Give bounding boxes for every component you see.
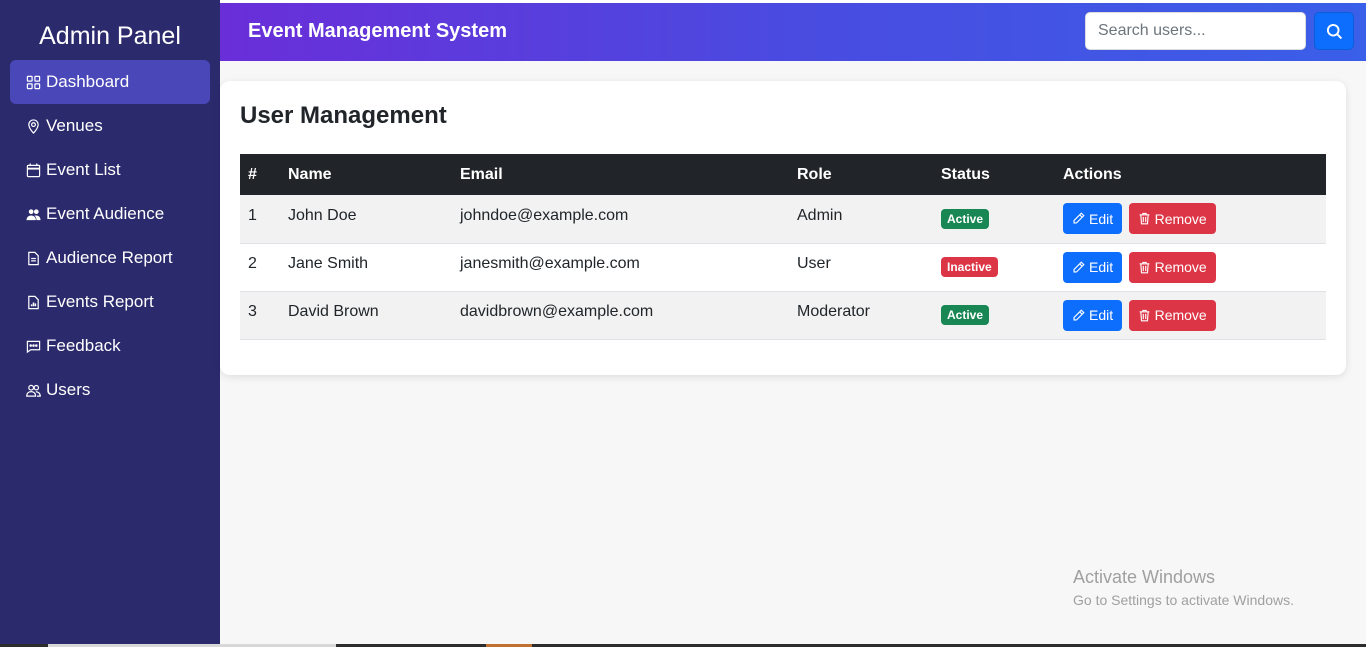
sidebar-item-label: Events Report — [46, 292, 154, 311]
table-row: 2 Jane Smith janesmith@example.com User … — [240, 243, 1326, 291]
sidebar-item-label: Feedback — [46, 336, 121, 355]
status-badge: Inactive — [941, 257, 998, 277]
sidebar-nav: Dashboard Venues Event List Event Audien… — [10, 60, 210, 412]
main-content: User Management # Name Email Role Status… — [220, 61, 1366, 644]
pencil-icon — [1073, 212, 1085, 224]
top-header: Event Management System — [220, 3, 1366, 61]
remove-button[interactable]: Remove — [1128, 203, 1216, 235]
user-management-card: User Management # Name Email Role Status… — [220, 81, 1346, 375]
user-name: Jane Smith — [288, 255, 369, 272]
sidebar-item-users[interactable]: Users — [10, 368, 210, 412]
watermark-title: Activate Windows — [1073, 567, 1216, 587]
sidebar-item-feedback[interactable]: Feedback — [10, 324, 210, 368]
remove-button[interactable]: Remove — [1128, 299, 1216, 331]
user-role: User — [797, 255, 831, 272]
column-header-number: # — [248, 165, 257, 183]
pencil-icon — [1073, 308, 1085, 321]
bar-chart-document-icon — [25, 294, 41, 310]
users-outline-icon — [25, 382, 41, 398]
edit-button[interactable]: Edit — [1063, 251, 1123, 283]
column-header-email: Email — [460, 165, 503, 183]
edit-label: Edit — [1089, 210, 1114, 227]
sidebar-item-event-audience[interactable]: Event Audience — [10, 192, 210, 236]
user-email: davidbrown@example.com — [460, 303, 654, 320]
edit-button[interactable]: Edit — [1063, 203, 1123, 235]
remove-button[interactable]: Remove — [1128, 251, 1216, 283]
user-name: David Brown — [288, 303, 379, 320]
user-email: janesmith@example.com — [460, 255, 640, 272]
search-icon — [1326, 23, 1343, 40]
column-header-name: Name — [288, 165, 332, 183]
sidebar-item-label: Venues — [46, 116, 103, 135]
grid-icon — [25, 74, 41, 90]
search-button[interactable] — [1314, 12, 1354, 50]
sidebar-title: Admin Panel — [39, 22, 181, 50]
sidebar-item-label: Dashboard — [46, 72, 130, 91]
calendar-icon — [25, 162, 41, 178]
sidebar-item-label: Users — [46, 380, 91, 399]
user-email: johndoe@example.com — [460, 206, 629, 224]
people-icon — [25, 206, 41, 222]
table-header-row: # Name Email Role Status Actions — [240, 154, 1326, 195]
trash-icon — [1139, 213, 1149, 225]
status-badge: Active — [941, 208, 990, 229]
table-row: 3 David Brown davidbrown@example.com Mod… — [240, 291, 1326, 339]
sidebar-item-label: Event List — [46, 160, 121, 179]
search-input[interactable] — [1085, 12, 1306, 50]
table-row: 1 John Doe johndoe@example.com Admin Act… — [240, 195, 1326, 243]
page-title: User Management — [240, 102, 447, 129]
status-badge: Active — [941, 305, 990, 325]
edit-label: Edit — [1089, 259, 1114, 275]
column-header-role: Role — [797, 165, 832, 183]
trash-icon — [1139, 261, 1149, 273]
sidebar-item-label: Event Audience — [46, 204, 165, 223]
edit-button[interactable]: Edit — [1063, 299, 1123, 331]
remove-label: Remove — [1154, 259, 1207, 275]
document-icon — [25, 250, 41, 266]
row-number: 1 — [248, 206, 257, 224]
watermark-subtitle: Go to Settings to activate Windows. — [1073, 592, 1294, 608]
remove-label: Remove — [1154, 307, 1207, 323]
activate-windows-watermark: Activate Windows Go to Settings to activ… — [1073, 567, 1294, 608]
chat-dots-icon — [25, 338, 41, 354]
user-role: Admin — [797, 206, 843, 224]
user-role: Moderator — [797, 303, 870, 320]
column-header-actions: Actions — [1063, 165, 1122, 183]
sidebar-item-dashboard[interactable]: Dashboard — [10, 60, 210, 104]
sidebar-item-events-report[interactable]: Events Report — [10, 280, 210, 324]
row-number: 2 — [248, 255, 257, 272]
sidebar-item-event-list[interactable]: Event List — [10, 148, 210, 192]
remove-label: Remove — [1154, 210, 1207, 227]
sidebar-item-venues[interactable]: Venues — [10, 104, 210, 148]
trash-icon — [1139, 309, 1149, 321]
users-table: # Name Email Role Status Actions 1 John … — [240, 154, 1326, 340]
edit-label: Edit — [1089, 307, 1114, 323]
column-header-status: Status — [941, 165, 990, 183]
sidebar: Admin Panel Dashboard Venues Event List … — [0, 0, 220, 644]
user-name: John Doe — [288, 206, 357, 224]
app-title: Event Management System — [248, 20, 507, 42]
sidebar-item-label: Audience Report — [46, 248, 173, 267]
location-pin-icon — [25, 118, 41, 134]
pencil-icon — [1073, 260, 1085, 273]
row-number: 3 — [248, 303, 257, 320]
sidebar-item-audience-report[interactable]: Audience Report — [10, 236, 210, 280]
